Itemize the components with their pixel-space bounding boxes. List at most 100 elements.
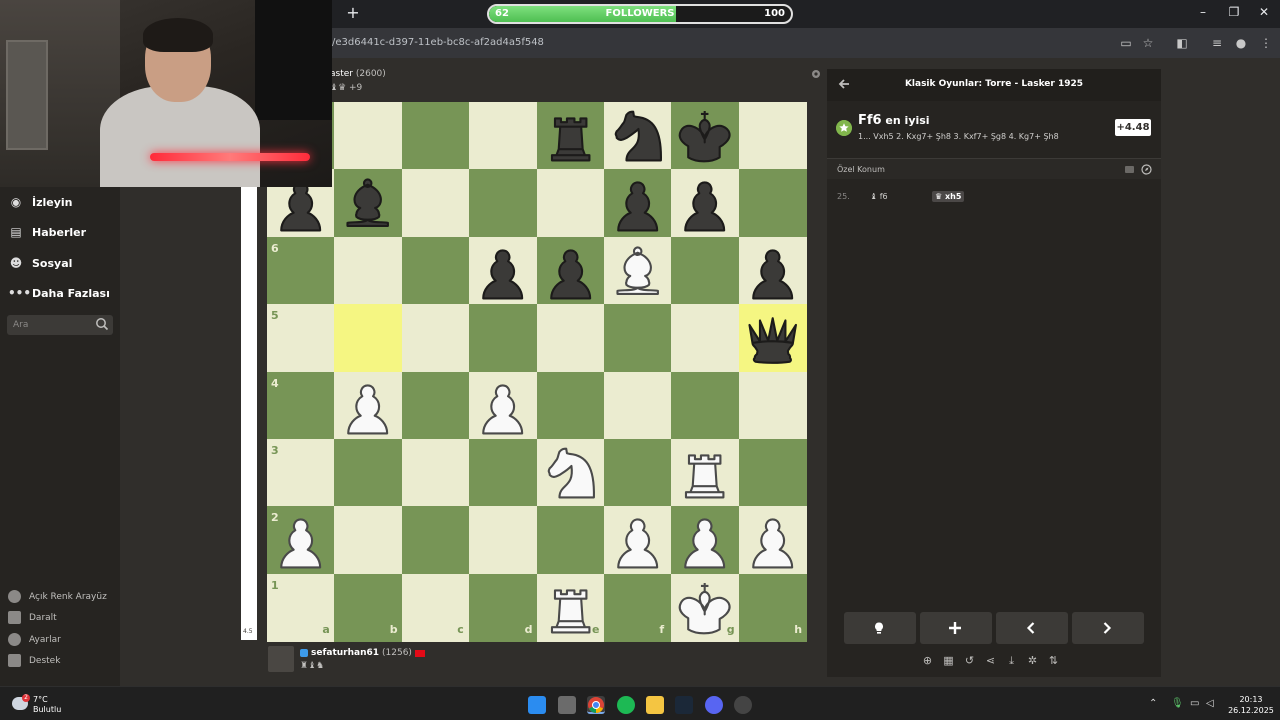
white-pawn-a2[interactable] [267, 506, 334, 573]
next-move-button[interactable] [1072, 612, 1144, 644]
black-pawn-h6[interactable] [739, 237, 806, 304]
square-e2[interactable] [536, 506, 605, 575]
share-icon[interactable]: ⋖ [984, 654, 997, 667]
board-settings-gear-icon[interactable] [810, 68, 822, 80]
square-e4[interactable] [536, 371, 605, 440]
chrome-icon[interactable] [587, 696, 605, 714]
square-d7[interactable] [469, 169, 538, 238]
extensions-icon[interactable]: ◧ [1174, 35, 1190, 51]
black-pawn-d6[interactable] [469, 237, 536, 304]
windows-start-icon[interactable] [528, 696, 546, 714]
square-b3[interactable] [334, 439, 403, 507]
search-input[interactable] [13, 318, 93, 332]
square-h3[interactable] [738, 439, 807, 507]
square-c5[interactable] [401, 304, 470, 373]
file-explorer-icon[interactable] [646, 696, 664, 714]
sidebar-item-watch[interactable]: ◉ İzleyin [8, 191, 73, 213]
collapse-button[interactable]: Daralt [8, 611, 57, 624]
download-icon[interactable]: ⤓ [1005, 654, 1018, 667]
url-text[interactable]: /e3d6441c-d397-11eb-bc8c-af2ad4a5f548 [332, 37, 544, 48]
black-queen-h5[interactable] [739, 304, 806, 371]
board-view-icon[interactable]: ▦ [942, 654, 955, 667]
square-g6[interactable] [671, 236, 740, 305]
clock[interactable]: 20:13 26.12.2025 [1228, 694, 1274, 716]
weather-widget[interactable]: 2 7°C Bulutlu [10, 694, 80, 716]
flip-board-icon[interactable]: ⇅ [1047, 654, 1060, 667]
profile-avatar[interactable]: ● [1233, 35, 1249, 51]
search-box[interactable] [7, 315, 113, 335]
sidebar-item-more[interactable]: ••• Daha Fazlası [8, 282, 110, 304]
square-b8[interactable] [334, 102, 403, 170]
tray-chevron-up-icon[interactable]: ⌃ [1149, 698, 1157, 709]
black-king-g8[interactable] [671, 102, 738, 169]
white-pawn-h2[interactable] [739, 506, 806, 573]
volume-icon[interactable]: ◁ [1206, 698, 1214, 709]
task-view-icon[interactable] [558, 696, 576, 714]
zoom-icon[interactable]: ⊕ [921, 654, 934, 667]
maximize-button[interactable]: ❐ [1224, 5, 1244, 19]
obs-icon[interactable] [734, 696, 752, 714]
new-tab-button[interactable]: + [344, 4, 362, 22]
close-button[interactable]: ✕ [1254, 5, 1274, 19]
sidebar-item-social[interactable]: ☻ Sosyal [8, 252, 73, 274]
steam-icon[interactable] [675, 696, 693, 714]
light-theme-toggle[interactable]: Açık Renk Arayüz [8, 590, 107, 603]
microphone-icon[interactable]: 🎙 [1171, 698, 1184, 709]
white-rook-e1[interactable] [537, 574, 604, 641]
network-icon[interactable]: ▭ [1190, 698, 1199, 709]
square-g4[interactable] [671, 371, 740, 440]
square-f4[interactable] [604, 371, 672, 440]
chess-board[interactable]: 654321abcdefgh [267, 102, 807, 642]
white-pawn-b4[interactable] [334, 372, 401, 439]
spotify-icon[interactable] [617, 696, 635, 714]
top-player-info[interactable]: aster (2600) [330, 69, 386, 79]
book-icon[interactable] [1124, 164, 1135, 175]
bottom-player-info[interactable]: sefaturhan61 (1256) ♜♝♞ [268, 646, 425, 674]
white-knight-e3[interactable] [537, 439, 604, 506]
square-b5[interactable] [334, 304, 403, 373]
reading-list-icon[interactable]: ≡ [1209, 35, 1225, 51]
sidebar-item-news[interactable]: ▤ Haberler [8, 221, 86, 243]
square-f3[interactable] [604, 439, 672, 507]
square-g5[interactable] [671, 304, 740, 373]
square-d8[interactable] [469, 102, 538, 170]
settings-gear-icon[interactable]: ✲ [1026, 654, 1039, 667]
discord-icon[interactable] [705, 696, 723, 714]
square-d2[interactable] [469, 506, 538, 575]
move-white[interactable]: ♝ f6 [867, 191, 891, 202]
square-c8[interactable] [401, 102, 470, 170]
white-pawn-f2[interactable] [604, 506, 671, 573]
compass-icon[interactable] [1141, 164, 1152, 175]
square-b6[interactable] [334, 236, 403, 305]
move-black-current[interactable]: ♛ xh5 [932, 191, 965, 202]
add-button[interactable] [920, 612, 992, 644]
cast-icon[interactable]: ▭ [1118, 35, 1134, 51]
square-e5[interactable] [536, 304, 605, 373]
white-king-g1[interactable] [671, 574, 738, 641]
square-e7[interactable] [536, 169, 605, 238]
black-pawn-f7[interactable] [604, 169, 671, 236]
avatar[interactable] [268, 646, 294, 672]
bookmark-star-icon[interactable]: ☆ [1140, 35, 1156, 51]
search-icon[interactable] [95, 317, 109, 331]
square-c2[interactable] [401, 506, 470, 575]
square-b2[interactable] [334, 506, 403, 575]
minimize-button[interactable]: – [1193, 5, 1213, 19]
hint-button[interactable] [844, 612, 916, 644]
browser-menu-icon[interactable]: ⋮ [1258, 35, 1274, 51]
black-pawn-e6[interactable] [537, 237, 604, 304]
square-c4[interactable] [401, 371, 470, 440]
white-rook-g3[interactable] [671, 439, 738, 506]
square-c3[interactable] [401, 439, 470, 507]
square-d3[interactable] [469, 439, 538, 507]
black-bishop-b7[interactable] [334, 169, 401, 236]
square-h7[interactable] [738, 169, 807, 238]
black-rook-e8[interactable] [537, 102, 604, 169]
support-link[interactable]: Destek [8, 654, 60, 667]
best-line[interactable]: 1... Vxh5 2. Kxg7+ Şh8 3. Kxf7+ Şg8 4. K… [858, 132, 1059, 141]
white-pawn-d4[interactable] [469, 372, 536, 439]
white-pawn-g2[interactable] [671, 506, 738, 573]
square-c6[interactable] [401, 236, 470, 305]
square-c7[interactable] [401, 169, 470, 238]
square-f5[interactable] [604, 304, 672, 373]
